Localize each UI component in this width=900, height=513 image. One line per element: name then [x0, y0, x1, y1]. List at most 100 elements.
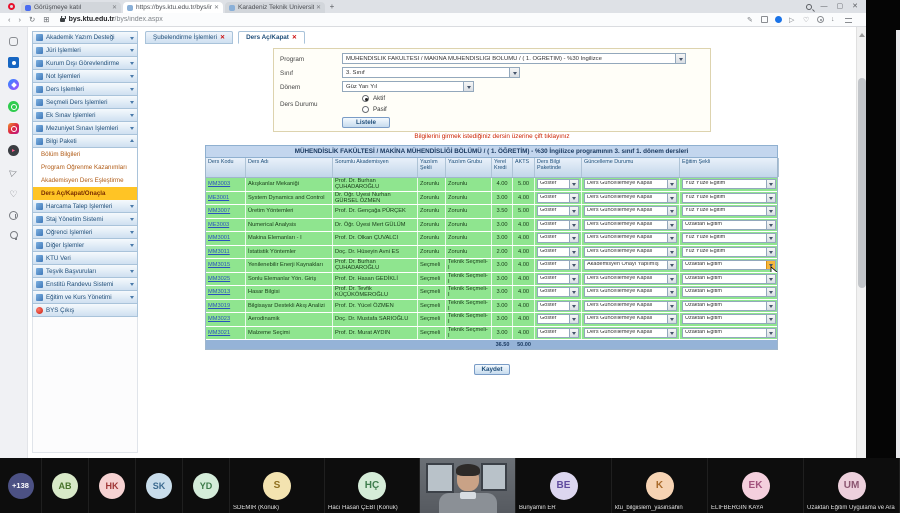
- package-select[interactable]: Göster: [537, 206, 579, 216]
- menu-icon[interactable]: [845, 18, 852, 23]
- education-mode-select[interactable]: Uzaktan Eğitim: [682, 328, 776, 338]
- education-mode-select[interactable]: Yüz Yüze Eğitim: [682, 233, 776, 243]
- messenger-icon[interactable]: [8, 79, 19, 90]
- bys-menu-item[interactable]: Diğer İşlemler: [32, 239, 138, 252]
- bys-menu-item[interactable]: BYS Çıkış: [32, 304, 138, 317]
- bys-submenu-item[interactable]: Akademisyen Ders Eşleştirme: [32, 174, 138, 187]
- participant-tile[interactable]: YD: [183, 458, 230, 513]
- course-code-link[interactable]: MM3013: [208, 289, 230, 295]
- course-code-link[interactable]: MM3021: [208, 330, 230, 336]
- course-code-link[interactable]: MM3025: [208, 276, 230, 282]
- back-icon[interactable]: ‹: [8, 15, 11, 24]
- bys-menu-item[interactable]: Öğrenci İşlemleri: [32, 226, 138, 239]
- opera-logo-icon[interactable]: [8, 3, 15, 10]
- favorites-icon[interactable]: [8, 189, 19, 200]
- update-status-select[interactable]: Ders Güncellemeye Kapalı: [584, 220, 677, 230]
- bys-menu-item[interactable]: Seçmeli Ders İşlemleri: [32, 96, 138, 109]
- education-mode-select[interactable]: Yüz Yüze Eğitim: [682, 179, 776, 189]
- class-select[interactable]: 3. Sınıf: [342, 67, 520, 78]
- participant-tile[interactable]: Kktu_bilgiislem_yasinsahin: [612, 458, 708, 513]
- course-code-link[interactable]: MM3011: [208, 249, 230, 255]
- package-select[interactable]: Göster: [537, 328, 579, 338]
- extension-blue-icon[interactable]: [775, 16, 782, 23]
- participant-tile[interactable]: EKELIFBERGIN KAYA: [708, 458, 804, 513]
- course-row[interactable]: MM3023AerodinamikDoç. Dr. Mustafa SARIOĞ…: [206, 313, 777, 327]
- radio-pasif[interactable]: Pasif: [362, 106, 387, 113]
- participant-tile[interactable]: HÇHacı Hasan ÇEBİ (Konuk): [325, 458, 420, 513]
- bys-menu-item[interactable]: Akademik Yazım Desteği: [32, 31, 138, 44]
- bys-menu-item[interactable]: Harcama Talep İşlemleri: [32, 200, 138, 213]
- bys-menu-item[interactable]: Not İşlemleri: [32, 70, 138, 83]
- update-status-select[interactable]: Ders Güncellemeye Kapalı: [584, 206, 677, 216]
- package-select[interactable]: Göster: [537, 274, 579, 284]
- crypto-icon[interactable]: [817, 16, 824, 23]
- package-select[interactable]: Göster: [537, 247, 579, 257]
- bys-menu-item[interactable]: Jüri İşlemleri: [32, 44, 138, 57]
- course-code-link[interactable]: ME3003: [208, 222, 229, 228]
- education-mode-select[interactable]: Yüz Yüze Eğitim: [682, 247, 776, 257]
- close-button[interactable]: ✕: [852, 3, 858, 10]
- course-code-link[interactable]: MM3001: [208, 235, 230, 241]
- url-field[interactable]: bys.ktu.edu.tr /bys/index.aspx: [60, 16, 747, 23]
- speed-dial-grid-icon[interactable]: ⊞: [43, 15, 49, 24]
- reload-icon[interactable]: ↻: [29, 15, 35, 24]
- course-row[interactable]: MM3021Malzeme SeçimiProf. Dr. Murat AYDI…: [206, 327, 777, 341]
- player-icon[interactable]: [8, 145, 19, 156]
- update-status-select[interactable]: Ders Güncellemeye Kapalı: [584, 193, 677, 203]
- course-row[interactable]: ME3001System Dynamics and ControlDr. Öğr…: [206, 192, 777, 206]
- course-row[interactable]: MM3003Akışkanlar MekaniğiProf. Dr. Burha…: [206, 178, 777, 192]
- course-code-link[interactable]: MM3015: [208, 262, 230, 268]
- tab-close-icon[interactable]: ✕: [316, 4, 321, 11]
- education-mode-select[interactable]: Yüz Yüze Eğitim: [682, 206, 776, 216]
- bys-menu-item[interactable]: Teşvik Başvuruları: [32, 265, 138, 278]
- update-status-select[interactable]: Ders Güncellemeye Kapalı: [584, 233, 677, 243]
- participant-tile[interactable]: AB: [42, 458, 89, 513]
- education-mode-select[interactable]: Yüz Yüze Eğitim: [682, 193, 776, 203]
- sidebar-play-icon[interactable]: [789, 16, 796, 23]
- tab-close-icon[interactable]: ✕: [220, 34, 225, 41]
- whatsapp-icon[interactable]: [8, 101, 19, 112]
- tab-close-icon[interactable]: ✕: [112, 4, 117, 11]
- update-status-select[interactable]: Ders Güncellemeye Kapalı: [584, 274, 677, 284]
- bys-menu-item[interactable]: Mezuniyet Sınavı İşlemleri: [32, 122, 138, 135]
- package-select[interactable]: Göster: [537, 301, 579, 311]
- bys-submenu-item[interactable]: Program Öğrenme Kazanımları: [32, 161, 138, 174]
- participant-tile[interactable]: HK: [89, 458, 136, 513]
- listele-button[interactable]: Listele: [342, 117, 390, 128]
- maximize-button[interactable]: ▢: [837, 3, 844, 10]
- course-row[interactable]: MM3019Bilgisayar Destekli Akış AnaliziPr…: [206, 300, 777, 314]
- course-code-link[interactable]: MM3003: [208, 181, 230, 187]
- course-code-link[interactable]: MM3019: [208, 303, 230, 309]
- update-status-select[interactable]: Ders Güncellemeye Kapalı: [584, 314, 677, 324]
- course-row[interactable]: MM3001Makina Elemanları - IProf. Dr. Olk…: [206, 232, 777, 246]
- new-tab-button[interactable]: +: [327, 2, 337, 12]
- course-code-link[interactable]: MM3023: [208, 316, 230, 322]
- history-icon[interactable]: [9, 211, 18, 220]
- minimize-button[interactable]: —: [821, 3, 828, 10]
- scrollbar-thumb[interactable]: [858, 78, 866, 288]
- package-select[interactable]: Göster: [537, 260, 579, 270]
- bys-menu-item[interactable]: Ders İşlemleri: [32, 83, 138, 96]
- bys-menu-item[interactable]: KTÜ Veri: [32, 252, 138, 265]
- update-status-select[interactable]: Ders Güncellemeye Kapalı: [584, 301, 677, 311]
- package-select[interactable]: Göster: [537, 220, 579, 230]
- participant-tile[interactable]: BEBunyamin ER: [516, 458, 612, 513]
- update-status-select[interactable]: Ders Güncellemeye Kapalı: [584, 179, 677, 189]
- bys-menu-item[interactable]: Staj Yönetim Sistemi: [32, 213, 138, 226]
- forward-icon[interactable]: ›: [19, 15, 22, 24]
- bys-menu-item[interactable]: Ek Sınav İşlemleri: [32, 109, 138, 122]
- package-select[interactable]: Göster: [537, 179, 579, 189]
- bookmark-heart-icon[interactable]: [803, 16, 810, 23]
- wallet-icon[interactable]: [761, 16, 768, 23]
- update-status-select[interactable]: Ders Güncellemeye Kapalı: [584, 247, 677, 257]
- update-status-select[interactable]: Ders Güncellemeye Kapalı: [584, 287, 677, 297]
- education-mode-select[interactable]: Uzaktan Eğitim: [682, 274, 776, 284]
- kaydet-button[interactable]: Kaydet: [474, 364, 510, 375]
- education-mode-select[interactable]: Uzaktan Eğitim: [682, 301, 776, 311]
- download-icon[interactable]: [831, 16, 838, 23]
- education-mode-select[interactable]: Uzaktan Eğitim: [682, 314, 776, 324]
- update-status-select[interactable]: Akademisyen Onayı Yapılmış: [584, 260, 677, 270]
- flow-icon[interactable]: [8, 167, 19, 178]
- bys-menu-item[interactable]: Bilgi Paketi: [32, 135, 138, 148]
- search-tabs-icon[interactable]: [806, 4, 812, 10]
